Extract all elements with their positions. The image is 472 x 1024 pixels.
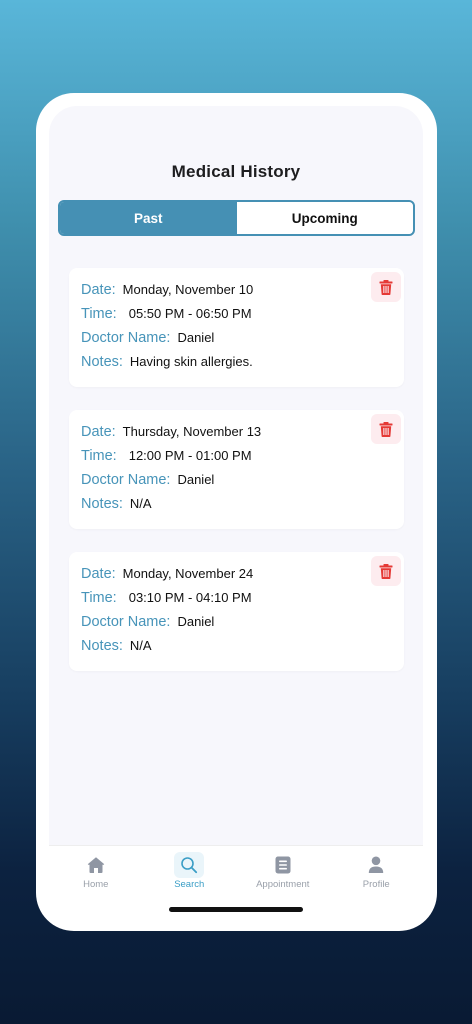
tab-appointment-label: Appointment <box>256 879 310 890</box>
notes-label: Notes: <box>81 354 123 370</box>
appointment-card: Date: Thursday, November 13 Time: 12:00 … <box>69 410 404 529</box>
tab-search[interactable]: Search <box>143 846 237 905</box>
time-label: Time: <box>81 448 117 464</box>
home-icon <box>81 852 111 878</box>
trash-icon <box>379 563 393 579</box>
appointment-card: Date: Monday, November 10 Time: 05:50 PM… <box>69 268 404 387</box>
person-icon <box>361 852 391 878</box>
notes-row: Notes: Having skin allergies. <box>81 354 253 370</box>
bottom-tab-bar: Home Search Appointment Profile <box>49 845 423 905</box>
tab-upcoming[interactable]: Upcoming <box>236 202 413 234</box>
search-icon <box>174 852 205 878</box>
date-label: Date: <box>81 566 116 582</box>
delete-button[interactable] <box>371 556 401 586</box>
notes-value: N/A <box>129 496 152 511</box>
segmented-control: Past Upcoming <box>58 200 415 236</box>
notes-label: Notes: <box>81 638 123 654</box>
date-row: Date: Thursday, November 13 <box>81 424 261 440</box>
date-value: Monday, November 24 <box>122 566 254 581</box>
doctor-value: Daniel <box>177 472 215 487</box>
notes-row: Notes: N/A <box>81 638 152 654</box>
doctor-row: Doctor Name: Daniel <box>81 614 214 630</box>
notes-row: Notes: N/A <box>81 496 152 512</box>
date-row: Date: Monday, November 10 <box>81 282 253 298</box>
tab-home-label: Home <box>83 879 109 890</box>
tab-home[interactable]: Home <box>49 846 143 905</box>
time-label: Time: <box>81 590 117 606</box>
trash-icon <box>379 421 393 437</box>
date-value: Thursday, November 13 <box>122 424 262 439</box>
time-row: Time: 05:50 PM - 06:50 PM <box>81 306 252 322</box>
time-value: 12:00 PM - 01:00 PM <box>128 448 252 463</box>
home-indicator <box>169 907 303 912</box>
notes-value: N/A <box>129 638 152 653</box>
doctor-value: Daniel <box>177 330 215 345</box>
time-row: Time: 12:00 PM - 01:00 PM <box>81 448 252 464</box>
delete-button[interactable] <box>371 414 401 444</box>
doctor-row: Doctor Name: Daniel <box>81 472 214 488</box>
notes-label: Notes: <box>81 496 123 512</box>
trash-icon <box>379 279 393 295</box>
screen: Medical History Past Upcoming Date: Mond… <box>49 106 423 886</box>
time-label: Time: <box>81 306 117 322</box>
date-value: Monday, November 10 <box>122 282 254 297</box>
tab-appointment[interactable]: Appointment <box>236 846 330 905</box>
tab-past[interactable]: Past <box>60 202 237 234</box>
delete-button[interactable] <box>371 272 401 302</box>
doctor-label: Doctor Name: <box>81 614 171 630</box>
tab-profile-label: Profile <box>362 879 390 890</box>
time-row: Time: 03:10 PM - 04:10 PM <box>81 590 252 606</box>
doctor-label: Doctor Name: <box>81 330 171 346</box>
appointment-card: Date: Monday, November 24 Time: 03:10 PM… <box>69 552 404 671</box>
tab-search-label: Search <box>174 879 205 890</box>
doctor-row: Doctor Name: Daniel <box>81 330 214 346</box>
doctor-value: Daniel <box>177 614 215 629</box>
tab-profile[interactable]: Profile <box>330 846 424 905</box>
page-title: Medical History <box>171 162 301 181</box>
phone-frame: Medical History Past Upcoming Date: Mond… <box>36 93 437 931</box>
notes-value: Having skin allergies. <box>129 354 253 369</box>
date-row: Date: Monday, November 24 <box>81 566 253 582</box>
date-label: Date: <box>81 424 116 440</box>
time-value: 05:50 PM - 06:50 PM <box>128 306 252 321</box>
doctor-label: Doctor Name: <box>81 472 171 488</box>
time-value: 03:10 PM - 04:10 PM <box>128 590 252 605</box>
document-icon <box>268 852 298 878</box>
date-label: Date: <box>81 282 116 298</box>
